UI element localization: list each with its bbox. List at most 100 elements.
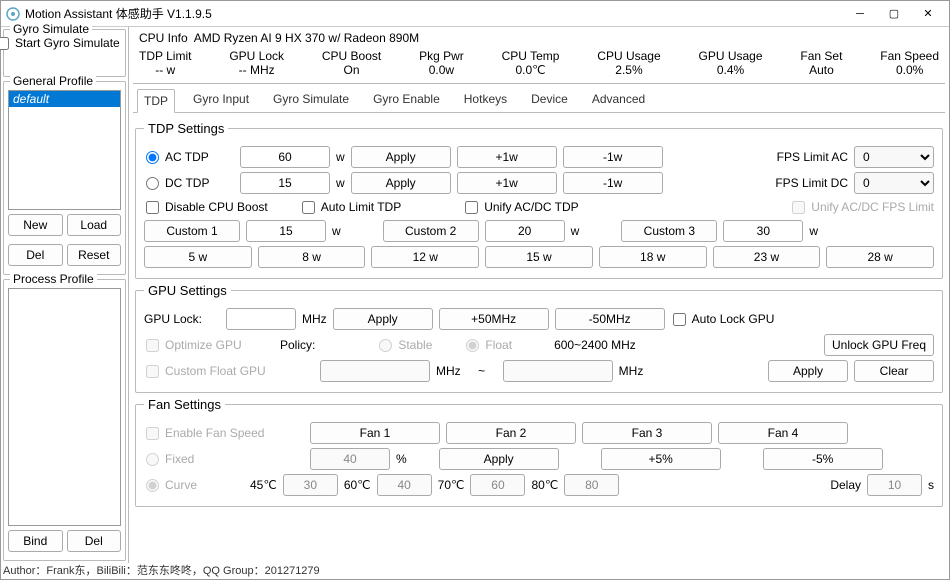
fan-fixed-label: Fixed [165, 452, 194, 466]
curve-v1 [283, 474, 338, 496]
preset-28w[interactable]: 28 w [826, 246, 934, 268]
ac-plus1w-button[interactable]: +1w [457, 146, 557, 168]
reset-button[interactable]: Reset [67, 244, 122, 266]
tab-gyro-input[interactable]: Gyro Input [187, 88, 255, 112]
gyro-panel-title: Gyro Simulate [10, 22, 92, 36]
fan4-button[interactable]: Fan 4 [718, 422, 848, 444]
custom3-input[interactable] [723, 220, 803, 242]
stable-radio-input [379, 339, 392, 352]
curve-v3 [470, 474, 525, 496]
fan-minus5-button[interactable]: -5% [763, 448, 883, 470]
tab-gyro-enable[interactable]: Gyro Enable [367, 88, 446, 112]
stat-gpu-usage: GPU Usage0.4% [699, 49, 763, 77]
pct-label: % [396, 452, 407, 466]
tab-device[interactable]: Device [525, 88, 574, 112]
dc-minus1w-button[interactable]: -1w [563, 172, 663, 194]
title-bar: Motion Assistant 体感助手 V1.1.9.5 ─ ▢ ✕ [1, 1, 949, 27]
unlock-gpu-button[interactable]: Unlock GPU Freq [824, 334, 934, 356]
tab-gyro-simulate[interactable]: Gyro Simulate [267, 88, 355, 112]
fps-limit-dc-select[interactable]: 0 [854, 172, 934, 194]
tab-hotkeys[interactable]: Hotkeys [458, 88, 513, 112]
stat-cpu-boost: CPU BoostOn [322, 49, 381, 77]
dc-tdp-radio-input[interactable] [146, 177, 159, 190]
ac-apply-button[interactable]: Apply [351, 146, 451, 168]
minimize-button[interactable]: ─ [843, 2, 877, 26]
left-sidebar: Gyro Simulate Start Gyro Simulate Genera… [1, 27, 129, 563]
del-button[interactable]: Del [8, 244, 63, 266]
auto-lock-gpu-checkbox[interactable]: Auto Lock GPU [671, 312, 775, 326]
profile-default[interactable]: default [9, 91, 120, 107]
dc-plus1w-button[interactable]: +1w [457, 172, 557, 194]
preset-5w[interactable]: 5 w [144, 246, 252, 268]
delay-input [867, 474, 922, 496]
gpu-apply-button[interactable]: Apply [333, 308, 433, 330]
dc-apply-button[interactable]: Apply [351, 172, 451, 194]
preset-23w[interactable]: 23 w [713, 246, 821, 268]
ac-tdp-input[interactable] [240, 146, 330, 168]
custom2-input[interactable] [485, 220, 565, 242]
auto-limit-tdp-input[interactable] [302, 201, 315, 214]
general-profile-list[interactable]: default [8, 90, 121, 210]
ac-tdp-label: AC TDP [165, 150, 209, 164]
custom1-button[interactable]: Custom 1 [144, 220, 240, 242]
fan-plus5-button[interactable]: +5% [601, 448, 721, 470]
gpu-settings-legend: GPU Settings [144, 283, 231, 298]
delay-label: Delay [830, 478, 861, 492]
disable-cpu-boost-label: Disable CPU Boost [165, 200, 268, 214]
auto-lock-gpu-input[interactable] [673, 313, 686, 326]
float-apply-button[interactable]: Apply [768, 360, 848, 382]
custom2-button[interactable]: Custom 2 [383, 220, 479, 242]
w-label: w [336, 150, 345, 164]
maximize-button[interactable]: ▢ [877, 2, 911, 26]
disable-cpu-boost-checkbox[interactable]: Disable CPU Boost [144, 200, 268, 214]
float-clear-button[interactable]: Clear [854, 360, 934, 382]
fps-limit-ac-select[interactable]: 0 [854, 146, 934, 168]
del2-button[interactable]: Del [67, 530, 122, 552]
auto-limit-tdp-checkbox[interactable]: Auto Limit TDP [300, 200, 401, 214]
window-controls: ─ ▢ ✕ [843, 2, 945, 26]
preset-15w[interactable]: 15 w [485, 246, 593, 268]
curve-v2 [377, 474, 432, 496]
float-radio-input [466, 339, 479, 352]
preset-12w[interactable]: 12 w [371, 246, 479, 268]
enable-fan-input [146, 427, 159, 440]
fan-apply-button[interactable]: Apply [439, 448, 559, 470]
unify-tdp-input[interactable] [465, 201, 478, 214]
fan1-button[interactable]: Fan 1 [310, 422, 440, 444]
load-button[interactable]: Load [67, 214, 122, 236]
tab-tdp[interactable]: TDP [137, 89, 175, 113]
gpu-lock-input[interactable] [226, 308, 296, 330]
main-panel: CPU Info AMD Ryzen AI 9 HX 370 w/ Radeon… [129, 27, 949, 563]
disable-cpu-boost-input[interactable] [146, 201, 159, 214]
window-title: Motion Assistant 体感助手 V1.1.9.5 [25, 5, 843, 22]
stat-pkg-pwr: Pkg Pwr0.0w [419, 49, 464, 77]
ac-tdp-radio[interactable]: AC TDP [144, 150, 234, 164]
stat-gpu-lock: GPU Lock-- MHz [229, 49, 284, 77]
bind-button[interactable]: Bind [8, 530, 63, 552]
start-gyro-input[interactable] [0, 37, 9, 50]
close-button[interactable]: ✕ [911, 2, 945, 26]
curve-t3: 70℃ [438, 478, 465, 492]
fan3-button[interactable]: Fan 3 [582, 422, 712, 444]
fan2-button[interactable]: Fan 2 [446, 422, 576, 444]
gpu-minus50-button[interactable]: -50MHz [555, 308, 665, 330]
preset-8w[interactable]: 8 w [258, 246, 366, 268]
custom3-button[interactable]: Custom 3 [621, 220, 717, 242]
unify-fps-input [792, 201, 805, 214]
policy-label: Policy: [280, 338, 315, 352]
tab-advanced[interactable]: Advanced [586, 88, 651, 112]
preset-18w[interactable]: 18 w [599, 246, 707, 268]
ac-tdp-radio-input[interactable] [146, 151, 159, 164]
dc-tdp-input[interactable] [240, 172, 330, 194]
gpu-settings-fieldset: GPU Settings GPU Lock: MHz Apply +50MHz … [135, 283, 943, 393]
new-button[interactable]: New [8, 214, 63, 236]
custom1-input[interactable] [246, 220, 326, 242]
process-profile-list[interactable] [8, 288, 121, 526]
custom-float-gpu-label: Custom Float GPU [165, 364, 266, 378]
auto-limit-tdp-label: Auto Limit TDP [321, 200, 401, 214]
unify-tdp-checkbox[interactable]: Unify AC/DC TDP [463, 200, 578, 214]
ac-minus1w-button[interactable]: -1w [563, 146, 663, 168]
dc-tdp-radio[interactable]: DC TDP [144, 176, 234, 190]
gpu-plus50-button[interactable]: +50MHz [439, 308, 549, 330]
start-gyro-checkbox[interactable]: Start Gyro Simulate [0, 36, 121, 50]
